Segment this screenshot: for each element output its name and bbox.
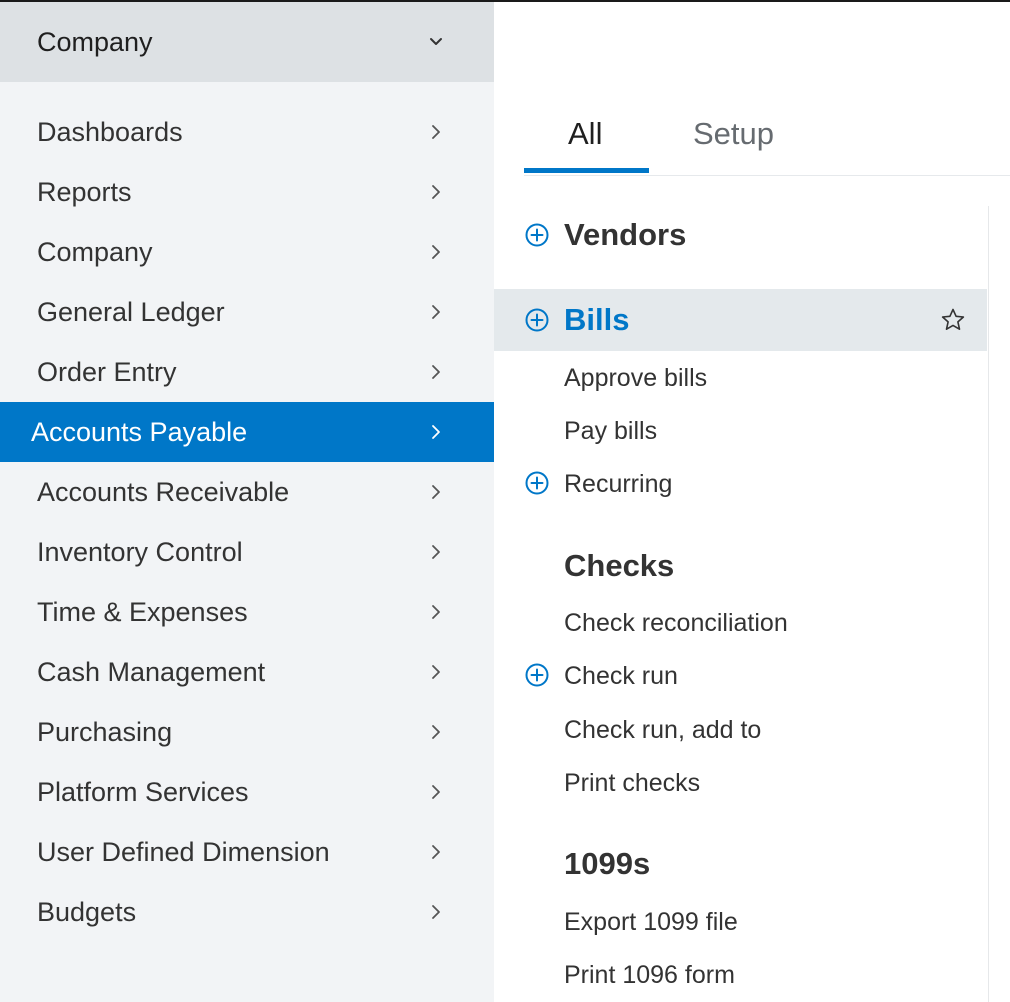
chevron-right-icon — [426, 842, 446, 862]
chevron-right-icon — [426, 542, 446, 562]
tab-bar: All Setup — [524, 100, 1010, 176]
sidebar-item-cash-management[interactable]: Cash Management — [0, 642, 494, 702]
sidebar-item-user-defined-dimension[interactable]: User Defined Dimension — [0, 822, 494, 882]
sidebar-item-label: Time & Expenses — [37, 597, 248, 627]
plus-circle-icon[interactable] — [525, 663, 549, 687]
pay-bills-link[interactable]: Pay bills — [564, 416, 657, 446]
chevron-right-icon — [426, 482, 446, 502]
sidebar-item-label: Reports — [37, 177, 132, 207]
sidebar-item-general-ledger[interactable]: General Ledger — [0, 282, 494, 342]
plus-circle-icon[interactable] — [525, 471, 549, 495]
sidebar-item-label: Company — [37, 237, 153, 267]
vendors-heading[interactable]: Vendors — [564, 217, 686, 253]
sidebar-item-label: Dashboards — [37, 117, 183, 147]
plus-circle-icon[interactable] — [525, 223, 549, 247]
chevron-right-icon — [426, 782, 446, 802]
sidebar-item-label: Accounts Receivable — [37, 477, 290, 507]
sidebar-item-reports[interactable]: Reports — [0, 162, 494, 222]
bills-link[interactable]: Bills — [564, 302, 629, 338]
plus-circle-icon[interactable] — [525, 308, 549, 332]
chevron-down-icon — [426, 32, 446, 52]
chevron-right-icon — [426, 902, 446, 922]
check-run-link[interactable]: Check run — [564, 661, 678, 691]
chevron-right-icon — [426, 662, 446, 682]
accounts-payable-menu: Vendors Bills Approve bills Pay bills Re… — [494, 206, 989, 1002]
sidebar-item-label: Order Entry — [37, 357, 177, 387]
sidebar-header-title: Company — [37, 26, 153, 57]
chevron-right-icon — [426, 302, 446, 322]
bills-row[interactable]: Bills — [494, 289, 987, 351]
chevron-right-icon — [426, 422, 446, 442]
1099s-heading: 1099s — [564, 846, 651, 881]
sidebar-item-budgets[interactable]: Budgets — [0, 882, 494, 942]
tab-all[interactable]: All — [568, 116, 602, 152]
chevron-right-icon — [426, 122, 446, 142]
sidebar-item-label: Budgets — [37, 897, 137, 927]
sidebar-item-accounts-payable[interactable]: Accounts Payable — [0, 402, 494, 462]
print-1096-form-link[interactable]: Print 1096 form — [564, 960, 735, 990]
sidebar-header-dropdown[interactable]: Company — [0, 2, 494, 82]
sidebar-item-label: Purchasing — [37, 717, 173, 747]
sidebar-item-label: Accounts Payable — [31, 417, 248, 447]
check-run-add-to-link[interactable]: Check run, add to — [564, 715, 761, 745]
active-tab-indicator — [524, 168, 649, 173]
sidebar-item-company[interactable]: Company — [0, 222, 494, 282]
sidebar-item-dashboards[interactable]: Dashboards — [0, 102, 494, 162]
sidebar-item-label: Platform Services — [37, 777, 249, 807]
chevron-right-icon — [426, 722, 446, 742]
print-checks-link[interactable]: Print checks — [564, 768, 700, 798]
checks-heading: Checks — [564, 548, 675, 583]
sidebar-item-purchasing[interactable]: Purchasing — [0, 702, 494, 762]
chevron-right-icon — [426, 602, 446, 622]
tab-setup[interactable]: Setup — [693, 116, 774, 152]
sidebar-menu: Dashboards Reports Company General Ledge… — [0, 102, 494, 942]
sidebar-item-platform-services[interactable]: Platform Services — [0, 762, 494, 822]
sidebar-item-label: Cash Management — [37, 657, 266, 687]
recurring-link[interactable]: Recurring — [564, 469, 672, 499]
sidebar-item-label: User Defined Dimension — [37, 837, 330, 867]
star-icon[interactable] — [940, 307, 966, 333]
sidebar-item-label: Inventory Control — [37, 537, 243, 567]
sidebar-item-inventory-control[interactable]: Inventory Control — [0, 522, 494, 582]
sidebar-item-order-entry[interactable]: Order Entry — [0, 342, 494, 402]
sidebar-item-accounts-receivable[interactable]: Accounts Receivable — [0, 462, 494, 522]
sidebar: Company Dashboards Reports Company Gener… — [0, 2, 494, 1002]
approve-bills-link[interactable]: Approve bills — [564, 363, 707, 393]
check-reconciliation-link[interactable]: Check reconciliation — [564, 608, 788, 638]
sidebar-item-label: General Ledger — [37, 297, 225, 327]
chevron-right-icon — [426, 242, 446, 262]
chevron-right-icon — [426, 182, 446, 202]
export-1099-file-link[interactable]: Export 1099 file — [564, 907, 738, 937]
chevron-right-icon — [426, 362, 446, 382]
sidebar-item-time-expenses[interactable]: Time & Expenses — [0, 582, 494, 642]
